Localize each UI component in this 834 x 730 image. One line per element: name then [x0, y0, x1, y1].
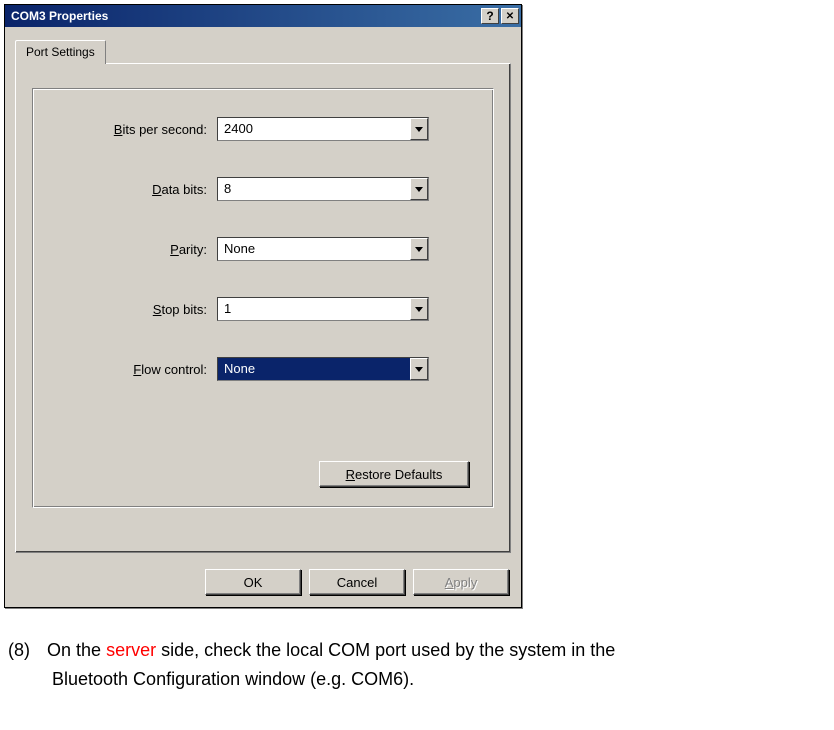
help-icon: ?	[486, 9, 493, 23]
label-bits-per-second: Bits per second:	[57, 122, 217, 137]
titlebar-buttons: ? ✕	[479, 8, 519, 24]
tab-panel: Bits per second: 2400 Data bits: 8 Parit…	[15, 63, 511, 553]
restore-defaults-button[interactable]: Restore Defaults	[319, 461, 469, 487]
instruction-text: (8) On the server side, check the local …	[0, 608, 834, 694]
combo-stop-bits[interactable]: 1	[217, 297, 429, 321]
instruction-line2: Bluetooth Configuration window (e.g. COM…	[8, 665, 826, 694]
label-flow-control: Flow control:	[57, 362, 217, 377]
combo-value: 8	[218, 178, 410, 200]
tab-port-settings[interactable]: Port Settings	[15, 40, 106, 64]
field-bits-per-second: Bits per second: 2400	[57, 117, 469, 141]
settings-groupbox: Bits per second: 2400 Data bits: 8 Parit…	[32, 88, 494, 508]
instruction-red: server	[106, 640, 156, 660]
combo-data-bits[interactable]: 8	[217, 177, 429, 201]
field-stop-bits: Stop bits: 1	[57, 297, 469, 321]
apply-button: Apply	[413, 569, 509, 595]
combo-value: 2400	[218, 118, 410, 140]
help-button[interactable]: ?	[481, 8, 499, 24]
chevron-down-icon[interactable]	[410, 298, 428, 320]
label-stop-bits: Stop bits:	[57, 302, 217, 317]
chevron-down-icon[interactable]	[410, 358, 428, 380]
combo-value: None	[218, 238, 410, 260]
combo-parity[interactable]: None	[217, 237, 429, 261]
field-flow-control: Flow control: None	[57, 357, 469, 381]
titlebar: COM3 Properties ? ✕	[5, 5, 521, 27]
tab-label: Port Settings	[26, 45, 95, 59]
label-parity: Parity:	[57, 242, 217, 257]
chevron-down-icon[interactable]	[410, 178, 428, 200]
instruction-post: side, check the local COM port used by t…	[156, 640, 615, 660]
chevron-down-icon[interactable]	[410, 118, 428, 140]
field-data-bits: Data bits: 8	[57, 177, 469, 201]
cancel-button[interactable]: Cancel	[309, 569, 405, 595]
combo-value: 1	[218, 298, 410, 320]
dialog-buttons: OK Cancel Apply	[5, 563, 521, 607]
field-parity: Parity: None	[57, 237, 469, 261]
ok-button[interactable]: OK	[205, 569, 301, 595]
combo-flow-control[interactable]: None	[217, 357, 429, 381]
properties-dialog: COM3 Properties ? ✕ Port Settings Bits p…	[4, 4, 522, 608]
close-button[interactable]: ✕	[501, 8, 519, 24]
instruction-pre: On the	[47, 640, 106, 660]
instruction-number: (8)	[8, 636, 42, 665]
label-data-bits: Data bits:	[57, 182, 217, 197]
restore-defaults-row: Restore Defaults	[319, 461, 469, 487]
tab-strip: Port Settings	[15, 39, 511, 63]
combo-bits-per-second[interactable]: 2400	[217, 117, 429, 141]
combo-value: None	[218, 358, 410, 380]
chevron-down-icon[interactable]	[410, 238, 428, 260]
dialog-body: Port Settings Bits per second: 2400 Data…	[5, 27, 521, 563]
window-title: COM3 Properties	[11, 9, 479, 23]
close-icon: ✕	[506, 11, 514, 22]
